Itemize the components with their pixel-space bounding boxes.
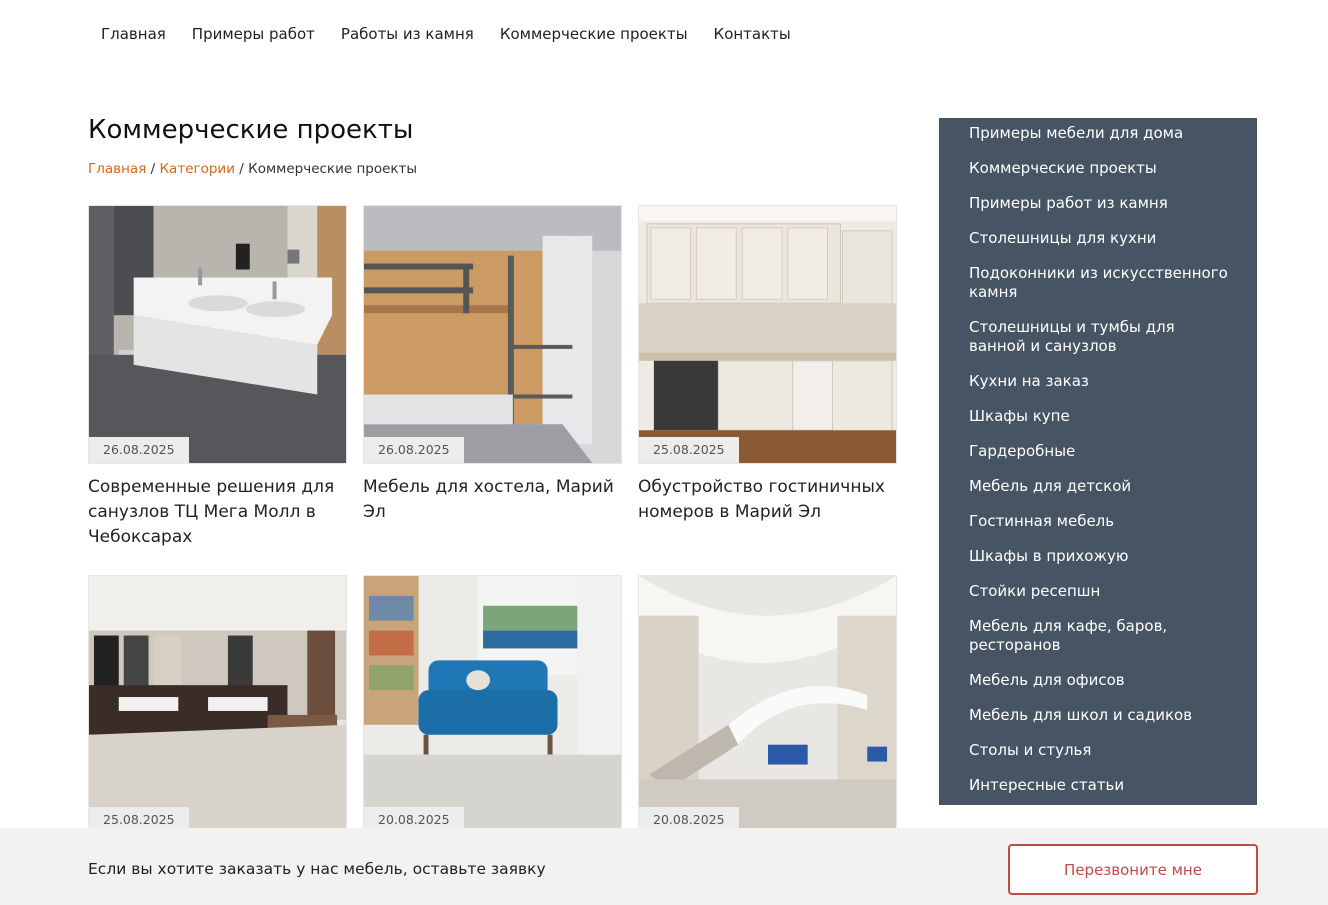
breadcrumb-separator: / xyxy=(150,161,156,177)
sidebar-item-hallway-closets[interactable]: Шкафы в прихожую xyxy=(969,547,1231,566)
nav-work-examples[interactable]: Примеры работ xyxy=(192,22,315,46)
project-image[interactable]: 20.08.2025 xyxy=(363,575,622,834)
project-image[interactable]: 26.08.2025 xyxy=(363,205,622,464)
nav-stone-works[interactable]: Работы из камня xyxy=(341,22,474,46)
sidebar-item-dressing-rooms[interactable]: Гардеробные xyxy=(969,442,1231,461)
sidebar-item-home-furniture[interactable]: Примеры мебели для дома xyxy=(969,124,1231,143)
sidebar-item-kitchen-countertops[interactable]: Столешницы для кухни xyxy=(969,229,1231,248)
project-card[interactable]: 25.08.2025 xyxy=(88,575,347,834)
project-card[interactable]: 26.08.2025 Мебель для хостела, Марий Эл xyxy=(363,205,622,525)
project-image[interactable]: 26.08.2025 xyxy=(88,205,347,464)
sidebar-item-articles[interactable]: Интересные статьи xyxy=(969,776,1231,795)
sidebar-item-school-furniture[interactable]: Мебель для школ и садиков xyxy=(969,706,1231,725)
order-prompt: Если вы хотите заказать у нас мебель, ос… xyxy=(88,860,546,878)
nav-home[interactable]: Главная xyxy=(101,22,166,46)
sidebar-item-reception-desks[interactable]: Стойки ресепшн xyxy=(969,582,1231,601)
sidebar-item-stone-works[interactable]: Примеры работ из камня xyxy=(969,194,1231,213)
sidebar-item-wardrobes[interactable]: Шкафы купе xyxy=(969,407,1231,426)
project-card[interactable]: 25.08.2025 Обустройство гостиничных номе… xyxy=(638,205,897,525)
project-image[interactable]: 25.08.2025 xyxy=(638,205,897,464)
sidebar-item-bathroom-countertops[interactable]: Столешницы и тумбы для ванной и санузлов xyxy=(969,318,1231,356)
top-navigation: Главная Примеры работ Работы из камня Ко… xyxy=(101,22,817,46)
project-image[interactable]: 25.08.2025 xyxy=(88,575,347,834)
sidebar-item-office-furniture[interactable]: Мебель для офисов xyxy=(969,671,1231,690)
date-badge: 25.08.2025 xyxy=(639,437,739,463)
nav-commercial-projects[interactable]: Коммерческие проекты xyxy=(500,22,688,46)
sidebar-item-tables-chairs[interactable]: Столы и стулья xyxy=(969,741,1231,760)
breadcrumb: Главная / Категории / Коммерческие проек… xyxy=(88,159,417,179)
restroom-photo xyxy=(89,206,346,463)
project-card[interactable]: 26.08.2025 Современные решения для сануз… xyxy=(88,205,347,550)
date-badge: 26.08.2025 xyxy=(364,437,464,463)
category-sidebar: Примеры мебели для дома Коммерческие про… xyxy=(939,118,1257,805)
project-card[interactable]: 20.08.2025 xyxy=(638,575,897,834)
project-title[interactable]: Обустройство гостиничных номеров в Марий… xyxy=(638,475,897,525)
sofa-photo xyxy=(364,576,621,833)
breadcrumb-current: Коммерческие проекты xyxy=(248,161,418,177)
date-badge: 26.08.2025 xyxy=(89,437,189,463)
project-image[interactable]: 20.08.2025 xyxy=(638,575,897,834)
nav-contacts[interactable]: Контакты xyxy=(714,22,791,46)
project-title[interactable]: Мебель для хостела, Марий Эл xyxy=(363,475,622,525)
sidebar-item-kids-furniture[interactable]: Мебель для детской xyxy=(969,477,1231,496)
lobby-photo xyxy=(89,576,346,833)
sidebar-item-window-sills[interactable]: Подоконники из искусственного камня xyxy=(969,264,1231,302)
sidebar-item-cafe-furniture[interactable]: Мебель для кафе, баров, ресторанов xyxy=(969,617,1231,655)
breadcrumb-separator: / xyxy=(239,161,244,177)
project-card[interactable]: 20.08.2025 xyxy=(363,575,622,834)
kitchen-photo xyxy=(639,206,896,463)
hostel-photo xyxy=(364,206,621,463)
project-title[interactable]: Современные решения для санузлов ТЦ Мега… xyxy=(88,475,347,550)
breadcrumb-categories[interactable]: Категории xyxy=(159,161,235,177)
staircase-photo xyxy=(639,576,896,833)
page-title: Коммерческие проекты xyxy=(88,115,414,145)
sidebar-item-living-room[interactable]: Гостинная мебель xyxy=(969,512,1231,531)
order-banner: Если вы хотите заказать у нас мебель, ос… xyxy=(0,828,1328,905)
sidebar-item-custom-kitchens[interactable]: Кухни на заказ xyxy=(969,372,1231,391)
sidebar-item-commercial-projects[interactable]: Коммерческие проекты xyxy=(969,159,1231,178)
breadcrumb-home[interactable]: Главная xyxy=(88,161,146,177)
callback-button[interactable]: Перезвоните мне xyxy=(1008,844,1258,895)
